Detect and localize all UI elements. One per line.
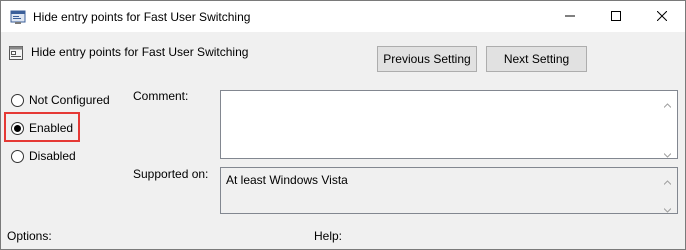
supported-on-box: At least Windows Vista (220, 167, 678, 214)
maximize-icon (611, 10, 621, 24)
highlight-box (4, 112, 80, 142)
radio-button[interactable] (11, 93, 24, 107)
options-label: Options: (7, 229, 52, 243)
radio-not-configured[interactable]: Not Configured (11, 92, 110, 108)
radio-button[interactable] (11, 149, 24, 163)
policy-setting-icon (8, 45, 24, 61)
radio-label: Not Configured (29, 93, 110, 107)
window-title: Hide entry points for Fast User Switchin… (33, 10, 251, 24)
close-icon (656, 10, 668, 24)
scroll-up-icon[interactable] (663, 174, 672, 185)
radio-disabled[interactable]: Disabled (11, 148, 76, 164)
scroll-down-icon[interactable] (663, 202, 672, 213)
supported-on-label: Supported on: (133, 167, 209, 181)
comment-textarea[interactable] (220, 90, 678, 159)
close-button[interactable] (639, 1, 685, 32)
minimize-button[interactable] (547, 1, 593, 32)
title-bar[interactable]: Hide entry points for Fast User Switchin… (1, 1, 685, 32)
policy-dialog-window: Hide entry points for Fast User Switchin… (0, 0, 686, 250)
comment-label: Comment: (133, 89, 189, 103)
previous-setting-button[interactable]: Previous Setting (377, 46, 477, 72)
radio-label: Disabled (29, 149, 76, 163)
next-setting-button[interactable]: Next Setting (486, 46, 587, 72)
policy-name: Hide entry points for Fast User Switchin… (31, 45, 249, 59)
minimize-icon (565, 10, 575, 24)
policy-settings-icon (10, 9, 26, 25)
supported-on-value: At least Windows Vista (226, 173, 348, 187)
scroll-up-icon[interactable] (663, 97, 672, 108)
scroll-down-icon[interactable] (663, 147, 672, 158)
maximize-button[interactable] (593, 1, 639, 32)
help-label: Help: (314, 229, 343, 243)
